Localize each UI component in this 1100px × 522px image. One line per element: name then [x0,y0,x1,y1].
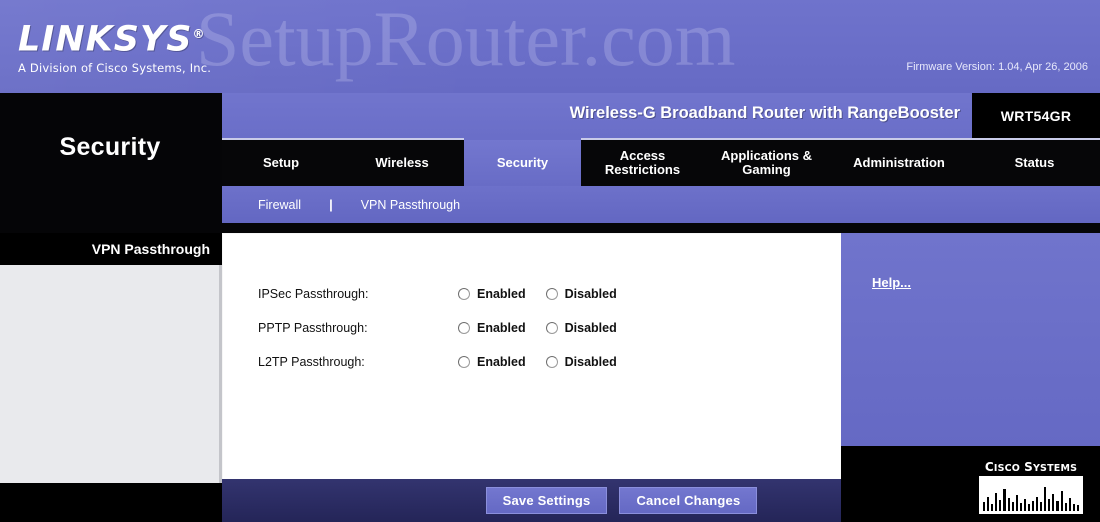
l2tp-passthrough-label: L2TP Passthrough: [258,355,365,369]
form-row-pptp: PPTP Passthrough: Enabled Disabled [258,311,637,345]
tab-security-label: Security [496,155,549,170]
l2tp-enabled-label: Enabled [477,355,526,369]
site-watermark: SetupRouter.com [196,0,736,82]
tab-applications-gaming-label: Applications & Gaming [720,148,812,177]
form-row-ipsec: IPSec Passthrough: Enabled Disabled [258,277,637,311]
tab-administration[interactable]: Administration [829,138,969,186]
subnav-item-firewall[interactable]: Firewall [258,198,301,212]
model-number: WRT54GR [972,93,1100,138]
linksys-logo-text: LINKSYS [18,19,193,60]
tab-wireless-label: Wireless [375,155,429,170]
tab-setup-label: Setup [262,155,300,170]
pptp-radio-group: Enabled Disabled [458,321,637,335]
page-header: SetupRouter.com LINKSYS® A Division of C… [0,0,1100,93]
pptp-disabled-label: Disabled [564,321,617,335]
linksys-logo: LINKSYS® A Division of Cisco Systems, In… [18,16,218,75]
cancel-changes-button[interactable]: Cancel Changes [619,487,758,514]
pptp-enabled-label: Enabled [477,321,526,335]
vpn-passthrough-form: IPSec Passthrough: Enabled Disabled PPTP… [258,277,637,379]
subnav-item-vpn-passthrough[interactable]: VPN Passthrough [361,198,460,212]
ipsec-radio-group: Enabled Disabled [458,287,637,301]
save-settings-button[interactable]: Save Settings [485,487,608,514]
page-title: Security [59,133,161,161]
tab-security[interactable]: Security [464,138,581,186]
subnav-separator: | [329,197,333,212]
cisco-bridge-icon [979,476,1083,514]
sub-navigation: Firewall | VPN Passthrough [222,186,1100,223]
pptp-enabled-radio[interactable] [458,322,470,334]
help-link[interactable]: Help... [872,275,911,290]
tab-wireless[interactable]: Wireless [340,138,464,186]
tab-applications-gaming[interactable]: Applications & Gaming [704,138,829,186]
registered-trademark-icon: ® [192,27,206,41]
ipsec-enabled-label: Enabled [477,287,526,301]
tab-access-restrictions[interactable]: Access Restrictions [581,138,704,186]
ipsec-passthrough-label: IPSec Passthrough: [258,287,369,301]
form-row-l2tp: L2TP Passthrough: Enabled Disabled [258,345,637,379]
tab-access-restrictions-label: Access Restrictions [604,148,681,177]
tab-status-label: Status [1014,155,1055,170]
tab-administration-label: Administration [853,155,945,170]
main-tabs: Setup Wireless Security Access Restricti… [222,138,1100,186]
ipsec-disabled-radio[interactable] [545,288,558,300]
pptp-enabled-option[interactable]: Enabled [458,321,526,335]
tab-setup[interactable]: Setup [222,138,340,186]
pptp-disabled-radio[interactable] [545,322,558,334]
pptp-disabled-option[interactable]: Disabled [545,321,617,335]
settings-panel: IPSec Passthrough: Enabled Disabled PPTP… [222,233,841,479]
button-bar: Save Settings Cancel Changes [222,479,841,522]
l2tp-disabled-option[interactable]: Disabled [545,355,617,369]
pptp-passthrough-label: PPTP Passthrough: [258,321,368,335]
sidebar-body [0,265,222,483]
l2tp-disabled-label: Disabled [564,355,617,369]
l2tp-enabled-radio[interactable] [458,356,470,368]
linksys-tagline: A Division of Cisco Systems, Inc. [18,60,212,75]
button-bar-inner: Save Settings Cancel Changes [222,479,841,522]
tab-status[interactable]: Status [969,138,1100,186]
product-name: Wireless-G Broadband Router with RangeBo… [569,104,960,122]
ipsec-enabled-radio[interactable] [458,288,470,300]
router-admin-page: SetupRouter.com LINKSYS® A Division of C… [0,0,1100,522]
l2tp-disabled-radio[interactable] [545,356,558,368]
ipsec-enabled-option[interactable]: Enabled [458,287,526,301]
l2tp-radio-group: Enabled Disabled [458,355,637,369]
ipsec-disabled-label: Disabled [564,287,617,301]
help-panel: Help... [841,233,1100,446]
sidebar-section-title: VPN Passthrough [0,233,222,265]
ipsec-disabled-option[interactable]: Disabled [545,287,617,301]
cisco-systems-logo: CISCO SYSTEMS [976,460,1086,514]
l2tp-enabled-option[interactable]: Enabled [458,355,526,369]
firmware-version: Firmware Version: 1.04, Apr 26, 2006 [906,61,1088,73]
cisco-wordmark: CISCO SYSTEMS [984,460,1078,474]
sidebar-footer [0,483,222,522]
linksys-wordmark: LINKSYS® [18,16,218,58]
